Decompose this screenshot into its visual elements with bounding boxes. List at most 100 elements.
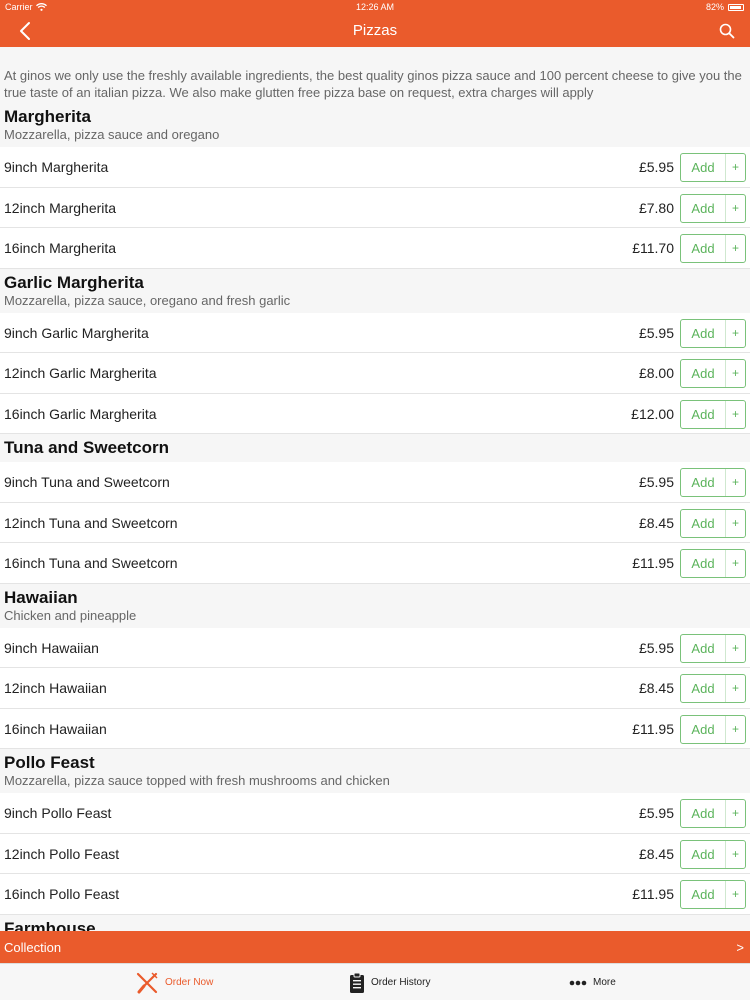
item-price: £5.95: [638, 159, 674, 175]
add-button[interactable]: Add +: [680, 799, 746, 828]
item-price: £5.95: [638, 805, 674, 821]
plus-icon: +: [725, 469, 745, 496]
battery-icon: [728, 3, 744, 11]
add-button-label: Add: [691, 515, 715, 531]
plus-icon: +: [725, 360, 745, 387]
item-name: 9inch Pollo Feast: [4, 805, 112, 821]
search-icon[interactable]: [718, 22, 736, 40]
item-name: 16inch Margherita: [4, 240, 117, 256]
menu-item-row: 12inch Garlic Margherita £8.00 Add +: [0, 353, 750, 394]
section-title: Tuna and Sweetcorn: [4, 438, 169, 457]
plus-icon: +: [725, 675, 745, 702]
menu-content[interactable]: At ginos we only use the freshly availab…: [0, 47, 750, 931]
item-price: £8.00: [638, 365, 674, 381]
intro-text: At ginos we only use the freshly availab…: [0, 47, 750, 103]
section-header: Hawaiian Chicken and pineapple: [0, 583, 750, 628]
tab-order-now[interactable]: Order Now: [135, 964, 213, 1000]
add-button-label: Add: [691, 160, 715, 175]
item-price: £5.95: [638, 474, 674, 490]
add-button-label: Add: [691, 406, 715, 422]
tab-more-label: More: [593, 977, 616, 988]
add-button[interactable]: Add +: [680, 318, 746, 348]
menu-item-row: 9inch Pollo Feast £5.95 Add +: [0, 793, 750, 834]
add-button-label: Add: [691, 681, 715, 696]
item-name: 16inch Pollo Feast: [4, 886, 120, 902]
item-name: 12inch Hawaiian: [4, 680, 107, 696]
tab-more[interactable]: More: [569, 964, 616, 1000]
add-button[interactable]: Add +: [680, 880, 746, 909]
item-name: 9inch Margherita: [4, 159, 109, 175]
status-bar: Carrier 12:26 AM 82%: [0, 0, 750, 15]
add-button-label: Add: [691, 640, 715, 656]
app: Carrier 12:26 AM 82% Pizzas At ginos we …: [0, 0, 750, 1000]
fork-knife-icon: [136, 971, 158, 993]
item-price: £7.80: [638, 199, 674, 216]
tab-order-now-label: Order Now: [165, 977, 214, 988]
section-title: Margherita: [4, 107, 91, 126]
item-name: 16inch Hawaiian: [4, 720, 107, 737]
item-name: 16inch Garlic Margherita: [4, 405, 157, 422]
item-price: £8.45: [638, 845, 674, 862]
add-button-label: Add: [691, 241, 715, 256]
item-price: £5.95: [638, 324, 674, 341]
add-button[interactable]: Add +: [680, 633, 746, 663]
add-button[interactable]: Add +: [680, 399, 746, 429]
section-header: Tuna and Sweetcorn: [0, 434, 750, 462]
add-button[interactable]: Add +: [680, 359, 746, 388]
item-name: 16inch Tuna and Sweetcorn: [4, 555, 178, 571]
add-button-label: Add: [691, 806, 715, 821]
item-price: £5.95: [638, 639, 674, 656]
add-button[interactable]: Add +: [680, 468, 746, 497]
add-button[interactable]: Add +: [680, 549, 746, 578]
header: Carrier 12:26 AM 82% Pizzas: [0, 0, 750, 47]
add-button-label: Add: [691, 556, 715, 571]
clock: 12:26 AM: [355, 2, 395, 12]
item-name: 9inch Tuna and Sweetcorn: [4, 474, 170, 490]
collection-bar[interactable]: Collection >: [0, 931, 750, 963]
tab-order-history-label: Order History: [371, 977, 431, 988]
item-price: £12.00: [631, 405, 674, 422]
menu-sections: Margherita Mozzarella, pizza sauce and or…: [0, 103, 750, 931]
item-price: £8.45: [638, 514, 674, 531]
section-description: Chicken and pineapple: [4, 607, 137, 623]
nav-bar: Pizzas: [0, 15, 750, 47]
item-price: £11.95: [632, 555, 674, 571]
add-button-label: Add: [691, 200, 715, 216]
item-price: £11.95: [632, 886, 674, 902]
section-description: Mozzarella, pizza sauce and oregano: [4, 127, 220, 142]
item-name: 9inch Garlic Margherita: [4, 324, 149, 341]
plus-icon: +: [725, 235, 745, 262]
section-header: Farmhouse: [0, 914, 750, 931]
plus-icon: +: [725, 400, 745, 428]
add-button[interactable]: Add +: [680, 674, 746, 703]
add-button-label: Add: [691, 846, 715, 862]
menu-item-row: 9inch Tuna and Sweetcorn £5.95 Add +: [0, 462, 750, 503]
add-button[interactable]: Add +: [680, 839, 746, 869]
section-title: Pollo Feast: [4, 753, 95, 772]
section-title: Garlic Margherita: [4, 272, 144, 292]
menu-item-row: 16inch Garlic Margherita £12.00 Add +: [0, 393, 750, 434]
add-button[interactable]: Add +: [680, 508, 746, 538]
add-button-label: Add: [691, 366, 715, 381]
menu-item-row: 16inch Hawaiian £11.95 Add +: [0, 708, 750, 749]
menu-item-row: 16inch Tuna and Sweetcorn £11.95 Add +: [0, 543, 750, 584]
add-button[interactable]: Add +: [680, 193, 746, 223]
item-price: £11.70: [632, 240, 674, 256]
item-price: £11.95: [632, 720, 674, 737]
tab-order-history[interactable]: Order History: [349, 964, 430, 1000]
plus-icon: +: [725, 800, 745, 827]
menu-item-row: 9inch Hawaiian £5.95 Add +: [0, 627, 750, 668]
add-button[interactable]: Add +: [680, 714, 746, 744]
plus-icon: +: [725, 154, 745, 181]
add-button-label: Add: [691, 475, 715, 490]
plus-icon: +: [725, 194, 745, 222]
section-header: Margherita Mozzarella, pizza sauce and or…: [0, 103, 750, 147]
item-name: 12inch Tuna and Sweetcorn: [4, 514, 178, 531]
add-button[interactable]: Add +: [680, 234, 746, 263]
section-description: Mozzarella, pizza sauce, oregano and fre…: [4, 292, 291, 308]
plus-icon: +: [725, 840, 745, 868]
add-button[interactable]: Add +: [680, 153, 746, 182]
plus-icon: +: [725, 319, 745, 347]
menu-item-row: 12inch Hawaiian £8.45 Add +: [0, 668, 750, 709]
tab-bar: Order Now Order History More: [0, 963, 750, 1000]
